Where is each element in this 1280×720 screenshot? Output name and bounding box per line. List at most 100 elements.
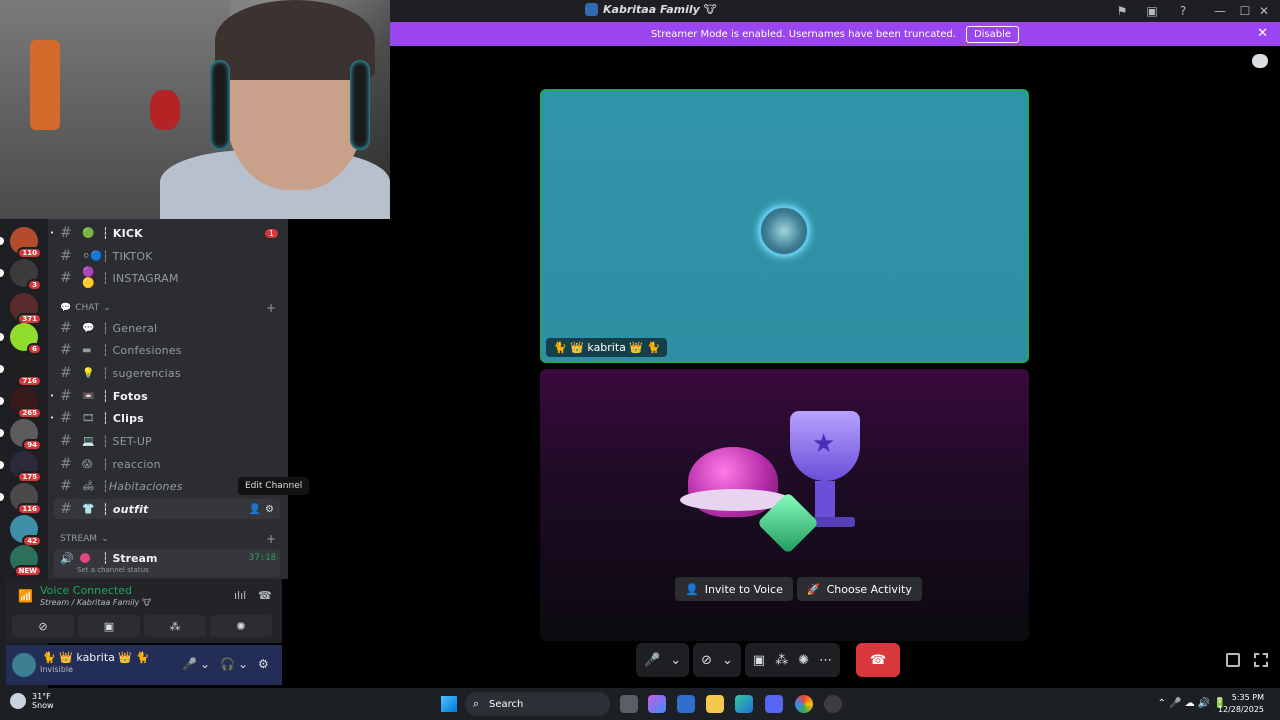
channel-outfit[interactable]: # 👕 ┆ outfit 👤 ⚙ <box>54 499 280 519</box>
chevron-down-icon[interactable]: ⌄ <box>200 657 210 671</box>
activities-icon[interactable]: ⁂ <box>775 653 788 668</box>
outlook-icon[interactable] <box>677 695 695 713</box>
chevron-down-icon[interactable]: ⌄ <box>238 657 248 671</box>
invite-to-voice-button[interactable]: 👤 Invite to Voice <box>675 577 793 601</box>
add-user-icon: 👤 <box>685 582 699 596</box>
windows-start-icon[interactable] <box>441 696 457 712</box>
gear-icon[interactable]: ⚙ <box>258 657 269 671</box>
soundboard-icon[interactable]: ✺ <box>798 653 809 668</box>
channel-status[interactable]: Set a channel status <box>77 566 149 574</box>
discord-icon[interactable] <box>765 695 783 713</box>
inbox-icon[interactable]: ⚑ <box>1114 3 1130 19</box>
gear-icon[interactable]: ⚙ <box>265 504 274 515</box>
task-view-icon[interactable] <box>620 695 638 713</box>
server-icon[interactable]: 116 <box>0 483 42 515</box>
system-tray[interactable]: ⌃ 🎤 ☁ 🔊 🔋 <box>1158 698 1226 709</box>
channel-sugerencias[interactable]: # 💡 ┆ sugerencias <box>54 363 280 383</box>
search-input[interactable]: ⌕ Search <box>465 692 610 716</box>
screen-share-icon[interactable]: ▣ <box>1144 3 1160 19</box>
chevron-down-icon: ⌄ <box>103 303 111 313</box>
avatar[interactable] <box>12 653 36 677</box>
server-icon[interactable]: 3 <box>0 259 42 291</box>
star-icon: ★ <box>812 429 836 459</box>
chrome-icon[interactable] <box>795 695 813 713</box>
category-stream[interactable]: STREAM ⌄ + <box>60 532 276 546</box>
activities-button[interactable]: ⁂ <box>144 615 206 637</box>
chevron-down-icon[interactable]: ⌄ <box>670 653 681 668</box>
headphones-icon[interactable]: 🎧 <box>220 657 235 671</box>
unread-indicator: • <box>50 392 55 400</box>
streamer-mode-banner: Streamer Mode is enabled. Usernames have… <box>390 22 1280 46</box>
signal-icon[interactable]: 📶 <box>18 589 33 603</box>
noise-suppression-icon[interactable]: ılıl <box>234 589 246 602</box>
category-chat[interactable]: 💬 CHAT ⌄ + <box>60 301 276 315</box>
disable-streamer-mode-button[interactable]: Disable <box>965 25 1020 43</box>
fullscreen-icon[interactable] <box>1254 653 1268 667</box>
voice-location[interactable]: Stream / Kabritaa Family 🐮 <box>40 598 151 607</box>
channel-confesiones[interactable]: # ▬ ┆ Confesiones <box>54 340 280 360</box>
headphone-icon <box>210 60 230 150</box>
participant-tile[interactable]: 🐈 👑 kabrita 👑 🐈 <box>540 89 1029 363</box>
channel-kick[interactable]: • # 🟢 ┆ KICK 1 <box>50 223 280 243</box>
camera-off-button[interactable]: ⊘ <box>12 615 74 637</box>
choose-activity-button[interactable]: 🚀 Choose Activity <box>796 577 922 601</box>
chevron-down-icon[interactable]: ⌄ <box>722 653 733 668</box>
server-icon[interactable]: 6 <box>0 323 42 355</box>
server-icon[interactable]: 110 <box>0 227 42 259</box>
server-icon[interactable]: 42 <box>10 515 42 547</box>
channel-clips[interactable]: • # 🎞 ┆ Clips <box>50 408 280 428</box>
screen-share-icon[interactable]: ▣ <box>753 653 765 668</box>
channel-fotos[interactable]: • # 📼 ┆ Fotos <box>50 386 280 406</box>
channel-tiktok[interactable]: # ⚪🔵 ┆ TIKTOK <box>54 246 280 266</box>
invite-icon[interactable]: 👤 <box>249 504 261 515</box>
more-icon[interactable]: ⋯ <box>819 653 832 668</box>
close-icon[interactable]: ✕ <box>1257 26 1268 41</box>
disconnect-icon[interactable]: ☎ <box>258 589 272 602</box>
disconnect-button[interactable]: ☎ <box>856 643 901 677</box>
window-title: Kabritaa Family 🐮 <box>585 3 717 16</box>
participant-avatar <box>758 205 810 257</box>
mic-toggle[interactable]: 🎤 ⌄ <box>636 643 690 677</box>
server-icon[interactable]: 716 <box>0 355 42 387</box>
channel-general[interactable]: # 💬 ┆ General <box>54 318 280 338</box>
channel-setup[interactable]: # 💻 ┆ SET-UP <box>54 431 280 451</box>
chat-icon[interactable] <box>1252 54 1268 68</box>
channel-reaccion[interactable]: # 😱 ┆ reaccion <box>54 454 280 474</box>
server-icon[interactable]: 94 <box>0 419 42 451</box>
popout-icon[interactable] <box>1226 653 1240 667</box>
camera-toggle[interactable]: ⊘ ⌄ <box>693 643 741 677</box>
copilot-icon[interactable] <box>648 695 666 713</box>
mic-icon[interactable]: 🎤 <box>182 657 197 671</box>
screen-share-button[interactable]: ▣ <box>78 615 140 637</box>
username[interactable]: 🐈 👑 kabrita 👑 🐈 <box>42 651 149 664</box>
add-channel-icon[interactable]: + <box>266 301 276 315</box>
help-icon[interactable]: ? <box>1175 3 1191 19</box>
camera-off-icon: ⊘ <box>38 619 48 633</box>
close-icon[interactable]: ✕ <box>1256 3 1272 19</box>
voice-status[interactable]: Voice Connected <box>40 584 132 597</box>
voice-action-buttons: ⊘ ▣ ⁂ ✺ <box>12 615 272 637</box>
weather-widget[interactable]: 31°F Snow <box>10 692 54 710</box>
maximize-icon[interactable]: ☐ <box>1237 3 1253 19</box>
text-channel-icon: # <box>60 248 72 264</box>
screen-share-icon: ▣ <box>103 619 115 633</box>
server-icon[interactable]: 175 <box>0 451 42 483</box>
soundboard-button[interactable]: ✺ <box>210 615 272 637</box>
minimize-icon[interactable]: — <box>1212 3 1228 19</box>
voice-channel-stream[interactable]: 🔊 ┆ Stream Set a channel status 37:18 <box>54 549 280 577</box>
file-explorer-icon[interactable] <box>706 695 724 713</box>
stage-actions: 👤 Invite to Voice 🚀 Choose Activity <box>675 577 922 601</box>
edge-icon[interactable] <box>735 695 753 713</box>
text-channel-icon: # <box>60 501 72 517</box>
text-channel-icon: # <box>60 433 72 449</box>
server-icon[interactable]: 371 <box>10 293 42 325</box>
text-channel-icon: # <box>60 410 72 426</box>
server-icon[interactable]: NEW <box>10 545 42 577</box>
clock[interactable]: 5:35 PM 12/28/2025 <box>1218 692 1264 716</box>
text-channel-icon: # <box>60 456 72 472</box>
text-channel-icon: # <box>60 478 72 494</box>
add-channel-icon[interactable]: + <box>266 532 276 546</box>
channel-instagram[interactable]: # 🟣🟡 ┆ INSTAGRAM <box>54 267 280 289</box>
obs-icon[interactable] <box>824 695 842 713</box>
server-icon[interactable]: 265 <box>0 387 42 419</box>
